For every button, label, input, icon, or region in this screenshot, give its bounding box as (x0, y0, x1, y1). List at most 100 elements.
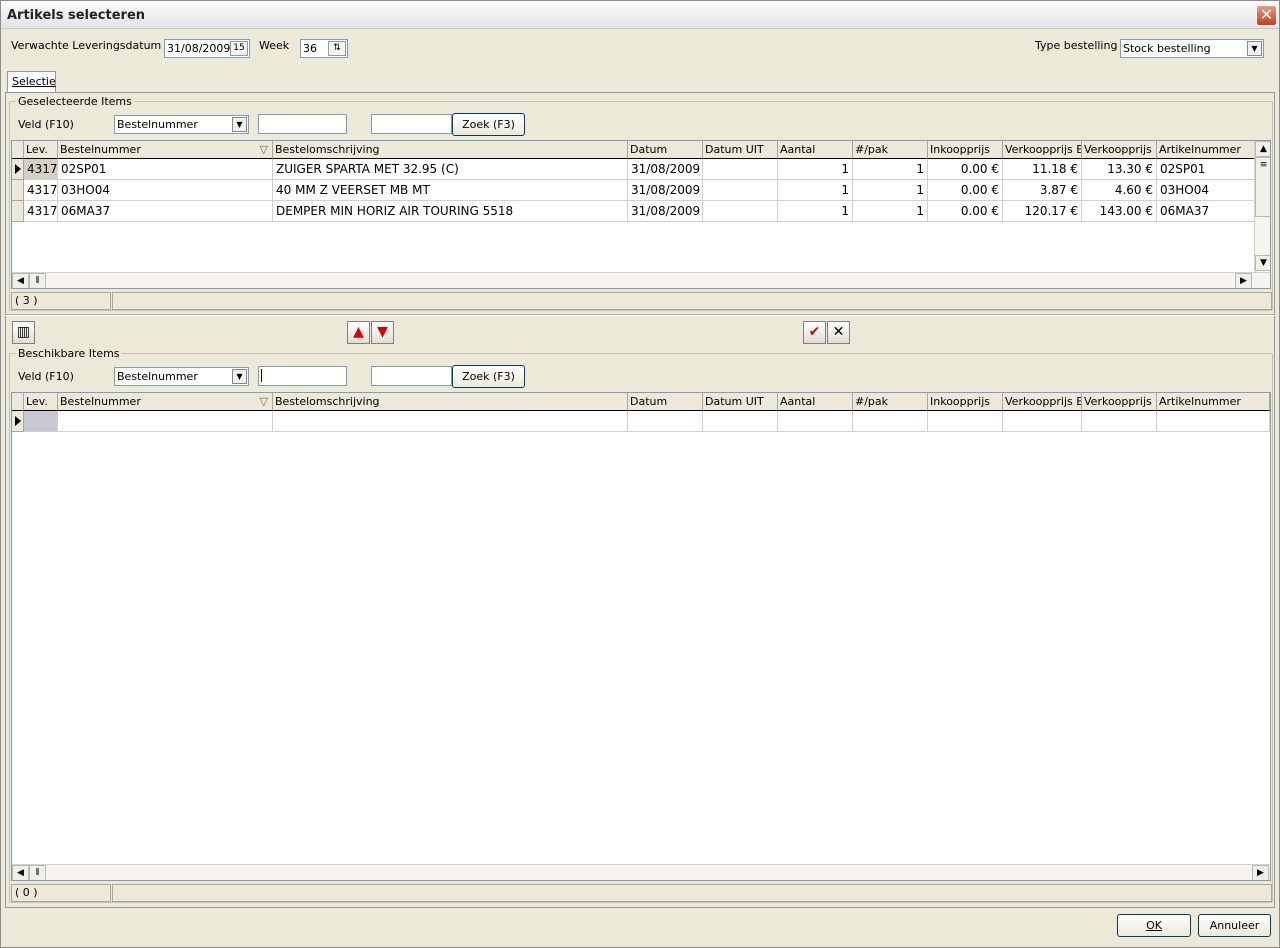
col-header-datum[interactable]: Datum (628, 393, 703, 411)
ok-button[interactable]: OK (1117, 914, 1191, 937)
col-header-verkoopprijs-ex[interactable]: Verkoopprijs Ex (1003, 141, 1082, 159)
row-selector[interactable] (12, 180, 24, 201)
confirm-icon[interactable]: ✔ (803, 321, 826, 344)
available-search-input[interactable] (371, 366, 452, 386)
chevron-down-icon[interactable]: ▼ (232, 117, 247, 132)
col-header-lev[interactable]: Lev. (24, 393, 58, 411)
col-header-bestelomschrijving[interactable]: Bestelomschrijving (273, 393, 628, 411)
available-items-grid[interactable]: Lev. Bestelnummer ▽ Bestelomschrijving Da… (11, 392, 1271, 881)
cell-lev[interactable]: 4317 (24, 159, 58, 180)
chevron-down-icon[interactable]: ▼ (1247, 41, 1262, 56)
cell-artikelnummer[interactable]: 03HO04 (1157, 180, 1255, 201)
cell-datum[interactable]: 31/08/2009 (628, 159, 703, 180)
scroll-thumb[interactable]: ≡ (1255, 157, 1270, 217)
row-selector[interactable] (12, 201, 24, 222)
week-spinner-icon[interactable]: ⇅ (328, 41, 346, 56)
tab-selectie[interactable]: Selectie (7, 71, 56, 93)
cell-bestelomschrijving[interactable] (273, 411, 628, 432)
col-header-datum-uit[interactable]: Datum UIT (703, 141, 778, 159)
cell-inkoopprijs[interactable] (928, 411, 1003, 432)
order-type-select[interactable]: Stock bestelling ▼ (1120, 39, 1264, 58)
calendar-icon[interactable]: 15 (230, 41, 248, 56)
available-filter-input[interactable] (258, 366, 347, 386)
selected-field-select[interactable]: Bestelnummer ▼ (114, 115, 249, 134)
available-field-select[interactable]: Bestelnummer ▼ (114, 367, 249, 386)
selected-filter-input[interactable] (258, 114, 347, 134)
col-header-bestelomschrijving[interactable]: Bestelomschrijving (273, 141, 628, 159)
selected-search-button[interactable]: Zoek (F3) (452, 113, 525, 136)
cell-datum-uit[interactable] (703, 159, 778, 180)
col-header-datum-uit[interactable]: Datum UIT (703, 393, 778, 411)
cell-bestelnummer[interactable] (58, 411, 273, 432)
cell-datum-uit[interactable] (703, 201, 778, 222)
cell-lev[interactable]: 4317 (24, 201, 58, 222)
cell-verkoopprijs[interactable] (1082, 411, 1157, 432)
scroll-thumb[interactable]: ⦀ (29, 273, 46, 288)
cell-inkoopprijs[interactable]: 0.00 € (928, 159, 1003, 180)
chevron-down-icon[interactable]: ▼ (232, 369, 247, 384)
cell-pak[interactable]: 1 (853, 201, 928, 222)
cell-bestelomschrijving[interactable]: 40 MM Z VEERSET MB MT (273, 180, 628, 201)
cell-verkoopprijs-ex[interactable]: 3.87 € (1003, 180, 1082, 201)
col-header-datum[interactable]: Datum (628, 141, 703, 159)
row-selector[interactable] (12, 159, 24, 180)
cell-verkoopprijs[interactable]: 4.60 € (1082, 180, 1157, 201)
columns-icon[interactable]: ▥ (12, 321, 35, 344)
scroll-up-icon[interactable]: ▲ (1255, 141, 1270, 157)
col-header-verkoopprijs[interactable]: Verkoopprijs (1082, 393, 1157, 411)
scroll-left-icon[interactable]: ◀ (12, 273, 29, 288)
cell-bestelnummer[interactable]: 03HO04 (58, 180, 273, 201)
cell-bestelnummer[interactable]: 06MA37 (58, 201, 273, 222)
col-header-bestelnummer[interactable]: Bestelnummer ▽ (58, 141, 273, 159)
selected-items-grid[interactable]: Lev. Bestelnummer ▽ Bestelomschrijving Da… (11, 140, 1271, 289)
move-up-icon[interactable]: ▲ (347, 321, 370, 344)
scroll-down-icon[interactable]: ▼ (1255, 255, 1270, 271)
week-field[interactable]: 36 ⇅ (300, 39, 348, 58)
cell-datum[interactable]: 31/08/2009 (628, 201, 703, 222)
cell-verkoopprijs-ex[interactable] (1003, 411, 1082, 432)
cell-pak[interactable] (853, 411, 928, 432)
cell-verkoopprijs-ex[interactable]: 120.17 € (1003, 201, 1082, 222)
cell-bestelnummer[interactable]: 02SP01 (58, 159, 273, 180)
scroll-right-icon[interactable]: ▶ (1235, 273, 1252, 288)
scroll-thumb[interactable]: ⦀ (29, 865, 46, 880)
remove-icon[interactable]: ✕ (827, 321, 850, 344)
scroll-left-icon[interactable]: ◀ (12, 865, 29, 880)
col-header-bestelnummer[interactable]: Bestelnummer ▽ (58, 393, 273, 411)
cell-bestelomschrijving[interactable]: DEMPER MIN HORIZ AIR TOURING 5518 (273, 201, 628, 222)
delivery-date-field[interactable]: 31/08/2009 15 (164, 39, 250, 58)
cell-aantal[interactable] (778, 411, 853, 432)
cell-artikelnummer[interactable]: 02SP01 (1157, 159, 1255, 180)
cell-verkoopprijs-ex[interactable]: 11.18 € (1003, 159, 1082, 180)
cell-lev[interactable]: 4317 (24, 180, 58, 201)
cell-bestelomschrijving[interactable]: ZUIGER SPARTA MET 32.95 (C) (273, 159, 628, 180)
cell-aantal[interactable]: 1 (778, 201, 853, 222)
available-hscroll[interactable]: ◀ ⦀ ▶ (12, 864, 1270, 880)
scroll-right-icon[interactable]: ▶ (1252, 865, 1269, 880)
close-icon[interactable]: ✕ (1256, 5, 1277, 26)
selected-search-input[interactable] (371, 114, 452, 134)
cell-lev[interactable] (24, 411, 58, 432)
cell-datum-uit[interactable] (703, 411, 778, 432)
cell-verkoopprijs[interactable]: 143.00 € (1082, 201, 1157, 222)
cell-pak[interactable]: 1 (853, 159, 928, 180)
col-header-aantal[interactable]: Aantal (778, 393, 853, 411)
cell-aantal[interactable]: 1 (778, 180, 853, 201)
available-search-button[interactable]: Zoek (F3) (452, 365, 525, 388)
col-header-verkoopprijs-ex[interactable]: Verkoopprijs Ex (1003, 393, 1082, 411)
cell-aantal[interactable]: 1 (778, 159, 853, 180)
cell-artikelnummer[interactable]: 06MA37 (1157, 201, 1255, 222)
col-header-verkoopprijs[interactable]: Verkoopprijs (1082, 141, 1157, 159)
col-header-inkoopprijs[interactable]: Inkoopprijs (928, 141, 1003, 159)
selected-vscroll[interactable]: ▲ ≡ ▼ (1254, 141, 1270, 272)
col-header-artikelnummer[interactable]: Artikelnummer (1157, 393, 1270, 411)
cell-artikelnummer[interactable] (1157, 411, 1270, 432)
cell-datum[interactable] (628, 411, 703, 432)
selected-hscroll[interactable]: ◀ ⦀ ▶ (12, 272, 1270, 288)
row-selector[interactable] (12, 411, 24, 432)
cell-datum[interactable]: 31/08/2009 (628, 180, 703, 201)
cell-datum-uit[interactable] (703, 180, 778, 201)
cell-pak[interactable]: 1 (853, 180, 928, 201)
cell-verkoopprijs[interactable]: 13.30 € (1082, 159, 1157, 180)
col-header-pak[interactable]: #/pak (853, 141, 928, 159)
